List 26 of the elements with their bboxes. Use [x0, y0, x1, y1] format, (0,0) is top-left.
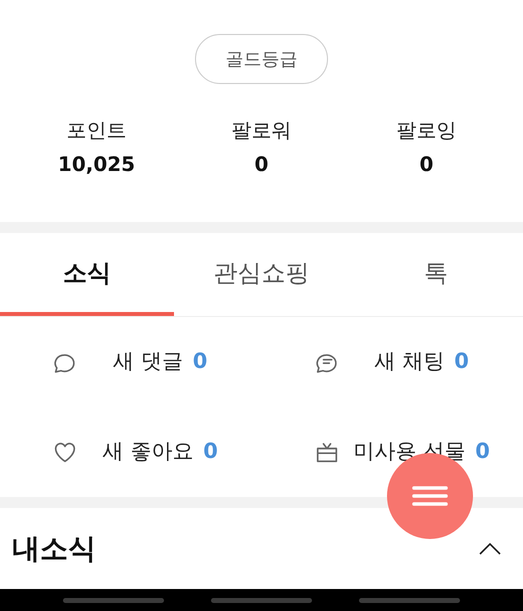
section-title: 내소식	[12, 530, 96, 566]
chevron-up-icon[interactable]	[479, 542, 501, 554]
news-label: 새 좋아요	[102, 438, 194, 466]
stat-value: 0	[254, 152, 268, 176]
news-item[interactable]: 새 좋아요 0	[0, 407, 262, 497]
news-count: 0	[203, 438, 218, 466]
news-item[interactable]: 새 채팅 0	[262, 317, 523, 407]
news-item[interactable]: 새 댓글 0	[0, 317, 262, 407]
news-count: 0	[454, 348, 469, 376]
news-count: 0	[192, 348, 208, 376]
nav-pill-icon[interactable]	[63, 598, 164, 602]
stat-value: 0	[420, 152, 434, 176]
tab[interactable]: 톡	[348, 233, 523, 316]
stat-value: 10,025	[58, 152, 136, 176]
news-count: 0	[475, 438, 490, 466]
news-label: 새 채팅	[374, 348, 444, 376]
nav-pill-icon[interactable]	[358, 598, 460, 602]
grade-badge: 골드등급	[195, 34, 328, 84]
stat-label: 팔로잉	[396, 118, 456, 142]
menu-icon	[412, 486, 448, 506]
stat-label: 포인트	[66, 118, 126, 142]
nav-pill-icon[interactable]	[210, 598, 312, 602]
tab[interactable]: 소식	[0, 233, 174, 316]
tab[interactable]: 관심쇼핑	[174, 233, 349, 316]
news-label: 새 댓글	[113, 348, 183, 376]
stat-label: 팔로워	[232, 118, 292, 142]
